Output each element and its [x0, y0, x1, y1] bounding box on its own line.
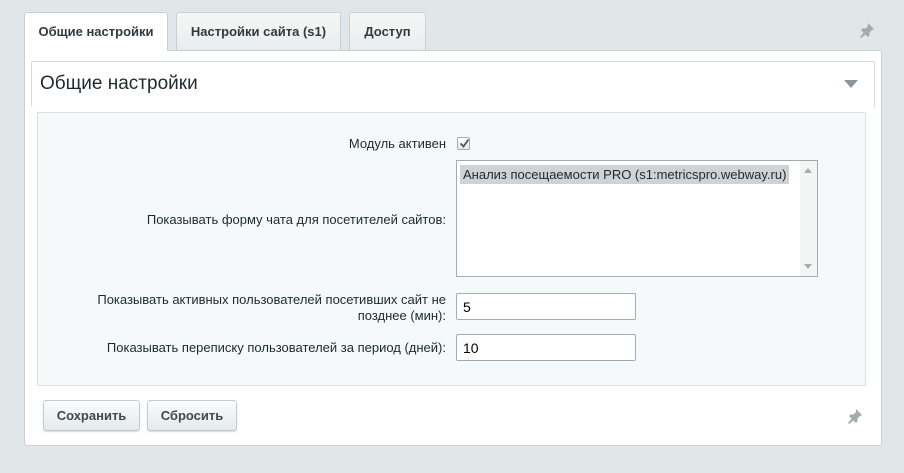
- chat-period-label: Показывать переписку пользователей за пе…: [106, 340, 446, 355]
- tab-general-settings[interactable]: Общие настройки: [24, 12, 168, 51]
- checkmark-icon: [459, 138, 470, 148]
- chat-period-days-input[interactable]: [456, 334, 636, 361]
- chat-form-sites-label: Показывать форму чата для посетителей са…: [146, 212, 446, 227]
- section-title: Общие настройки: [40, 73, 198, 94]
- save-button[interactable]: Сохранить: [43, 400, 140, 431]
- scroll-down-icon[interactable]: [804, 264, 812, 269]
- settings-panel: Общие настройки Модуль активен Показыват…: [24, 50, 882, 446]
- reset-button[interactable]: Сбросить: [147, 400, 237, 431]
- collapse-arrow-icon[interactable]: [844, 80, 858, 88]
- active-users-label-line2: позднее (мин):: [357, 308, 446, 323]
- active-users-label-line1: Показывать активных пользователей посети…: [97, 292, 446, 307]
- list-option-site[interactable]: Анализ посещаемости PRO (s1:metricspro.w…: [460, 165, 790, 184]
- scroll-up-icon[interactable]: [804, 168, 812, 173]
- active-users-label: Показывать активных пользователей посети…: [97, 292, 446, 324]
- module-active-checkbox[interactable]: [457, 137, 470, 150]
- tab-access[interactable]: Доступ: [349, 12, 426, 50]
- active-users-minutes-input[interactable]: [456, 293, 636, 320]
- chat-sites-listbox[interactable]: Анализ посещаемости PRO (s1:metricspro.w…: [456, 160, 818, 277]
- pin-icon[interactable]: [859, 22, 875, 38]
- pin-icon-bottom[interactable]: [847, 408, 863, 424]
- listbox-scrollbar[interactable]: [800, 161, 817, 276]
- form-area: Модуль активен Показывать форму чата для…: [37, 112, 866, 386]
- tab-site-settings[interactable]: Настройки сайта (s1): [176, 12, 341, 50]
- section-header[interactable]: Общие настройки: [31, 61, 875, 107]
- module-active-label: Модуль активен: [348, 136, 446, 151]
